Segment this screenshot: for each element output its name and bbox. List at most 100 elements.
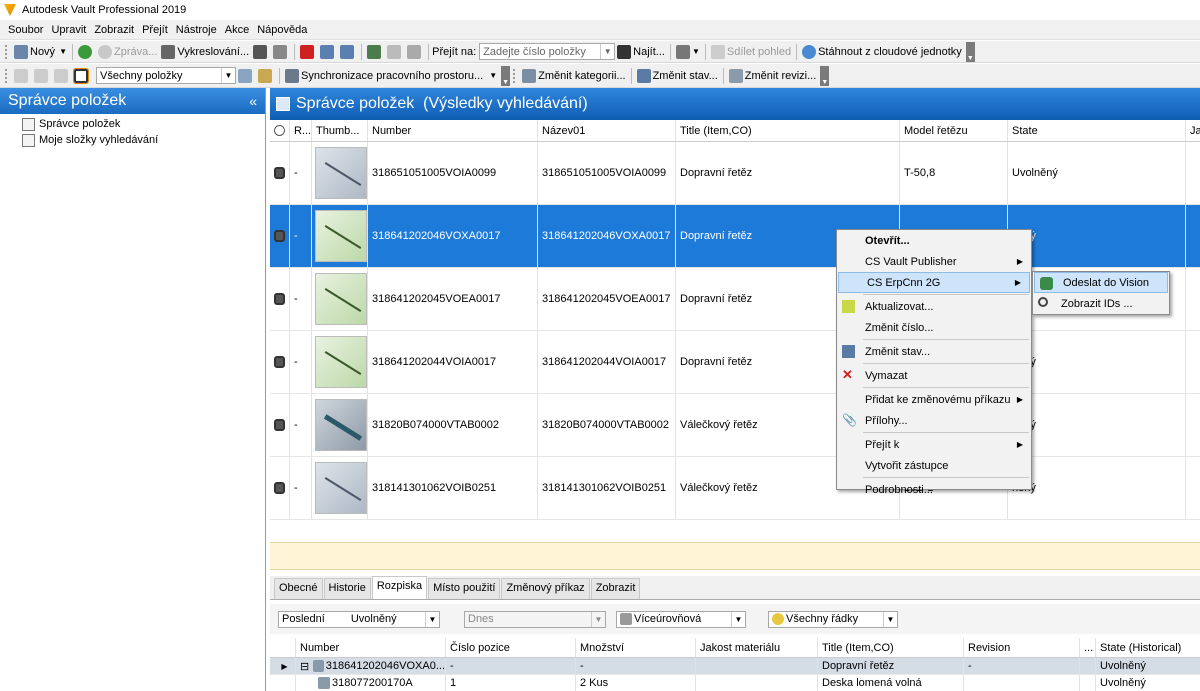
column-header[interactable]: Ja xyxy=(1186,120,1200,141)
column-header[interactable]: Number xyxy=(296,638,446,657)
toolbar-overflow[interactable]: ▼ xyxy=(965,41,975,62)
menu-item-change-number[interactable]: Změnit číslo... xyxy=(837,317,1031,338)
column-header[interactable]: State xyxy=(1008,120,1186,141)
find-button[interactable]: Najít... xyxy=(615,42,667,62)
menu-item-update[interactable]: Aktualizovat... xyxy=(837,296,1031,317)
toolbar-grip[interactable] xyxy=(5,44,9,59)
bom-row[interactable]: 318077200170A 1 2 Kus Deska lomená volná… xyxy=(270,675,1200,691)
sync-workspace-button[interactable]: Synchronizace pracovního prostoru... ▼ xyxy=(283,66,499,86)
item-filter-combo[interactable]: Všechny položky ▼ xyxy=(96,67,236,84)
tab-bom[interactable]: Rozpiska xyxy=(371,576,428,599)
bom-row[interactable]: ▶ ⊟ 318641202046VOXA0... - - Dopravní řet… xyxy=(270,658,1200,675)
table-row[interactable]: -318641202046VOXA0017 318641202046VOXA001… xyxy=(270,205,1200,268)
tab-change-order[interactable]: Změnový příkaz xyxy=(501,578,590,599)
table-row[interactable]: -31820B074000VTAB0002 31820B074000VTAB000… xyxy=(270,394,1200,457)
forward-button[interactable] xyxy=(32,66,52,86)
cloud-download-button[interactable]: Stáhnout z cloudové jednotky xyxy=(800,42,964,62)
tree-item-search-folders[interactable]: Moje složky vyhledávání xyxy=(0,132,265,148)
column-header[interactable]: ... xyxy=(1080,638,1096,657)
refresh-button[interactable] xyxy=(76,42,96,62)
copy-icon xyxy=(387,44,402,59)
toggle-pane-button[interactable] xyxy=(72,66,92,86)
menu-prejit[interactable]: Přejít xyxy=(138,24,172,36)
menu-soubor[interactable]: Soubor xyxy=(4,24,47,36)
menu-akce[interactable]: Akce xyxy=(221,24,253,36)
menu-separator xyxy=(863,363,1029,364)
share-view-button[interactable]: Sdílet pohled xyxy=(709,42,793,62)
check-button[interactable] xyxy=(318,42,338,62)
column-header[interactable]: R... xyxy=(290,120,312,141)
view-list-button[interactable] xyxy=(236,66,256,86)
menu-item-details[interactable]: Podrobnosti... xyxy=(837,479,1031,500)
table-row[interactable]: -318141301062VOIB0251 318141301062VOIB025… xyxy=(270,457,1200,520)
cart-button[interactable]: ▼ xyxy=(674,42,702,62)
menu-item-add-to-change-order[interactable]: Přidat ke změnovému příkazu ▶ xyxy=(837,389,1031,410)
expand-icon[interactable]: ⊟ xyxy=(300,660,309,673)
copy-button[interactable] xyxy=(385,42,405,62)
column-header[interactable]: Jakost materiálu xyxy=(696,638,818,657)
menu-item-create-shortcut[interactable]: Vytvořit zástupce xyxy=(837,455,1031,476)
menu-item-change-state[interactable]: Změnit stav... xyxy=(837,341,1031,362)
menu-item-cs-vault-publisher[interactable]: CS Vault Publisher ▶ xyxy=(837,251,1031,272)
column-header[interactable]: Množství xyxy=(576,638,696,657)
menu-item-open[interactable]: Otevřít... xyxy=(837,230,1031,251)
menu-napoveda[interactable]: Nápověda xyxy=(253,24,311,36)
goto-item-combo[interactable]: Zadejte číslo položky ▼ xyxy=(479,43,616,60)
menu-upravit[interactable]: Upravit xyxy=(47,24,90,36)
toolbar-grip[interactable] xyxy=(513,68,517,83)
column-header[interactable]: Title (Item,CO) xyxy=(676,120,900,141)
menu-zobrazit[interactable]: Zobrazit xyxy=(90,24,138,36)
column-header[interactable]: Název01 xyxy=(538,120,676,141)
change-revision-button[interactable]: Změnit revizi... xyxy=(727,66,819,86)
check2-button[interactable] xyxy=(338,42,358,62)
menu-item-cs-erpcnn[interactable]: CS ErpCnn 2G ▶ xyxy=(838,272,1030,293)
up-button[interactable] xyxy=(52,66,72,86)
tab-view[interactable]: Zobrazit xyxy=(590,578,641,599)
menu-item-go-to[interactable]: Přejít k ▶ xyxy=(837,434,1031,455)
toolbar-overflow[interactable]: ▼ xyxy=(501,65,511,86)
column-radio[interactable] xyxy=(270,120,290,141)
menu-nastroje[interactable]: Nástroje xyxy=(172,24,221,36)
version-combo[interactable]: Poslední Uvolněný ▼ xyxy=(278,610,440,628)
print-button[interactable]: Vykreslování... xyxy=(159,42,251,62)
rows-combo[interactable]: Všechny řádky ▼ xyxy=(768,610,898,628)
message-button[interactable]: Zpráva... xyxy=(96,42,159,62)
change-state-button[interactable]: Změnit stav... xyxy=(635,66,720,86)
level-combo[interactable]: Víceúrovňová ▼ xyxy=(616,610,746,628)
table-row[interactable]: -318651051005VOIA0099 318651051005VOIA009… xyxy=(270,142,1200,205)
column-header[interactable]: Thumb... xyxy=(312,120,368,141)
print-small-button[interactable] xyxy=(251,42,271,62)
column-header[interactable]: Number xyxy=(368,120,538,141)
tab-history[interactable]: Historie xyxy=(323,578,371,599)
column-header[interactable]: Revision xyxy=(964,638,1080,657)
column-header[interactable]: Title (Item,CO) xyxy=(818,638,964,657)
lifecycle-button[interactable] xyxy=(365,42,385,62)
paste-button[interactable] xyxy=(405,42,425,62)
toolbar-grip[interactable] xyxy=(5,68,9,83)
column-header[interactable]: Číslo pozice xyxy=(446,638,576,657)
menu-item-send-to-vision[interactable]: Odeslat do Vision xyxy=(1034,272,1168,293)
submenu-arrow-icon: ▶ xyxy=(1016,440,1023,449)
toolbar-overflow[interactable]: ▼ xyxy=(820,65,830,86)
menu-item-show-ids[interactable]: Zobrazit IDs ... xyxy=(1033,293,1169,314)
column-header[interactable]: State (Historical) xyxy=(1096,638,1200,657)
menu-item-delete[interactable]: ✕ Vymazat xyxy=(837,365,1031,386)
print-preview-button[interactable] xyxy=(271,42,291,62)
column-header[interactable]: Model řetězu xyxy=(900,120,1008,141)
row-model-cell: T-50,8 xyxy=(900,142,1008,204)
table-row[interactable]: -318641202044VOIA0017 318641202044VOIA001… xyxy=(270,331,1200,394)
new-button[interactable]: Nový ▼ xyxy=(12,42,69,62)
menu-item-attachments[interactable]: 📎 Přílohy... xyxy=(837,410,1031,431)
back-button[interactable] xyxy=(12,66,32,86)
row-lock-cell xyxy=(270,268,290,330)
tab-where-used[interactable]: Místo použití xyxy=(428,578,501,599)
change-category-button[interactable]: Změnit kategorii... xyxy=(520,66,627,86)
checkout-icon xyxy=(340,44,355,59)
collapse-icon[interactable]: « xyxy=(249,93,257,109)
delete-button[interactable] xyxy=(298,42,318,62)
search-folder-button[interactable] xyxy=(256,66,276,86)
tree-item-item-master[interactable]: Správce položek xyxy=(0,116,265,132)
tab-general[interactable]: Obecné xyxy=(274,578,323,599)
thumbnail-image xyxy=(315,336,367,388)
date-combo[interactable]: Dnes ▼ xyxy=(464,610,606,628)
